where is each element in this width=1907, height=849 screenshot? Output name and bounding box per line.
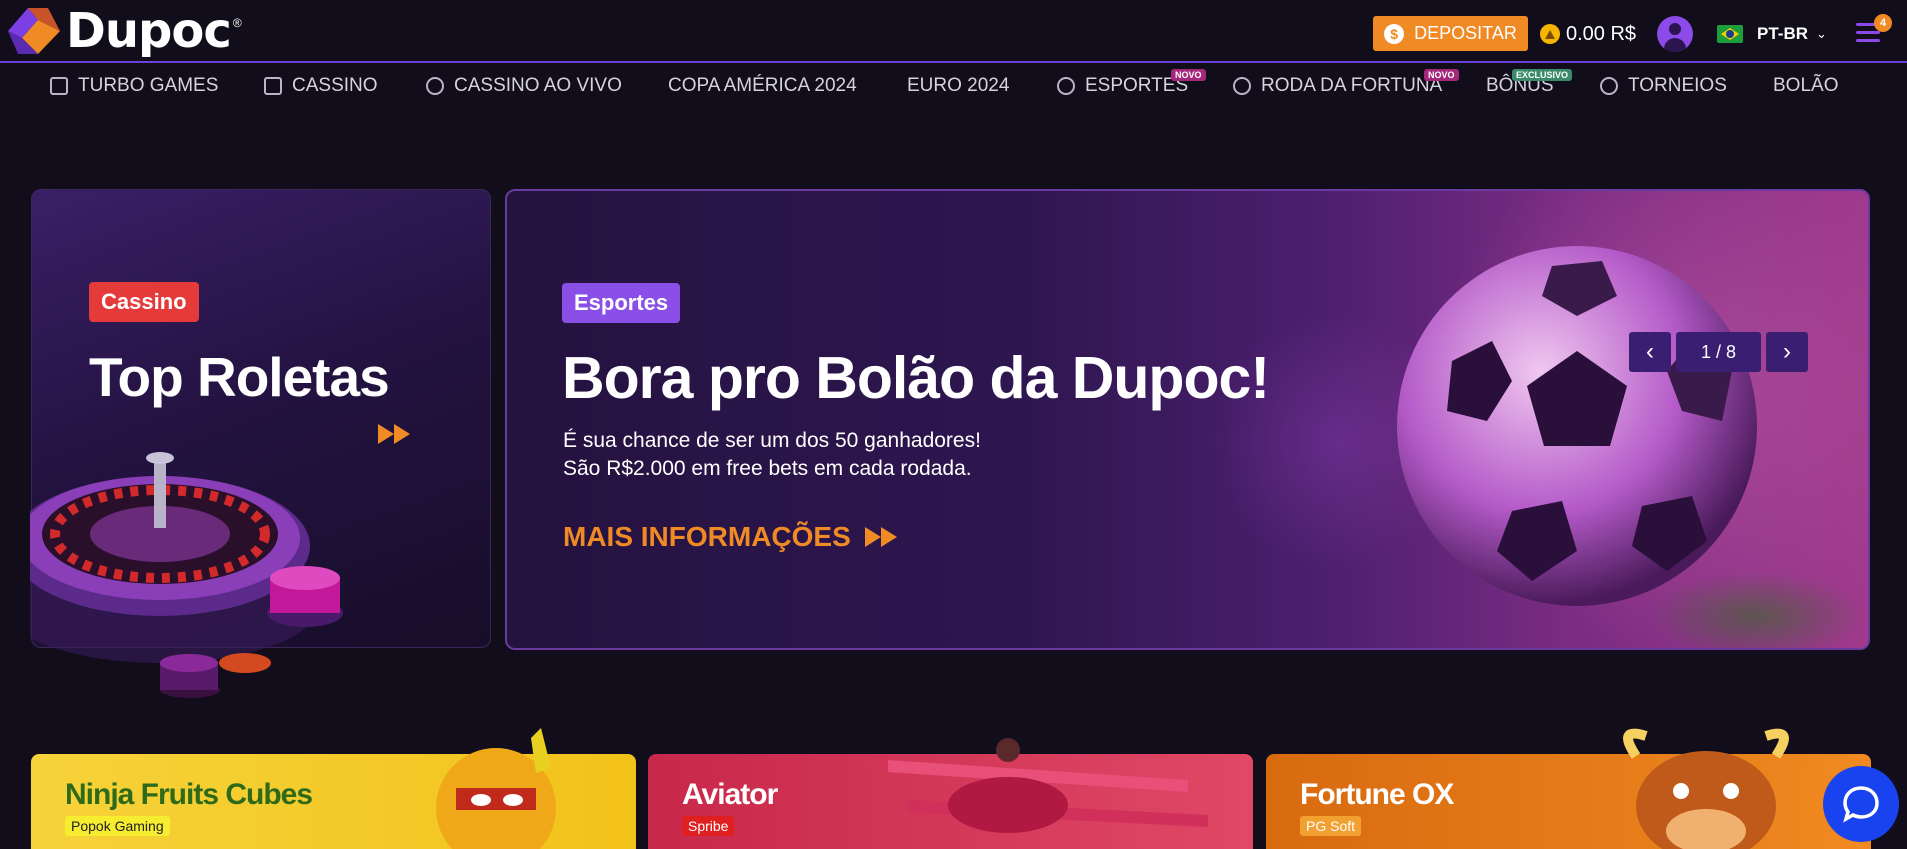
balance-display[interactable]: 0.00 R$	[1540, 21, 1636, 47]
more-info-link[interactable]: MAIS INFORMAÇÕES	[563, 521, 897, 553]
banner-title: Bora pro Bolão da Dupoc!	[562, 345, 1270, 411]
nav-item-euro[interactable]: EURO 2024	[907, 71, 1009, 101]
language-selector[interactable]: PT-BR ⌄	[1717, 21, 1827, 47]
dollar-coin-icon: $	[1384, 23, 1405, 44]
nav-item-turbo-games[interactable]: TURBO GAMES	[50, 71, 218, 101]
nav-label: BOLÃO	[1773, 75, 1839, 96]
deposit-button[interactable]: $ DEPOSITAR	[1373, 16, 1528, 51]
nav-item-bonus[interactable]: BÔNUS EXCLUSIVO	[1486, 69, 1573, 101]
carousel-prev-button[interactable]: ‹	[1629, 332, 1671, 372]
banner-subtitle-line1: É sua chance de ser um dos 50 ganhadores…	[563, 429, 981, 452]
forward-arrows-icon	[864, 527, 897, 547]
new-tag: NOVO	[1424, 69, 1459, 81]
carousel-controls: ‹ 1 / 8 ›	[1629, 332, 1808, 372]
forward-arrows-icon	[378, 424, 410, 444]
soccer-ball-image	[1397, 246, 1757, 606]
game-title: Ninja Fruits Cubes	[65, 778, 313, 811]
category-badge: Cassino	[89, 282, 199, 322]
banner-title: Top Roletas	[89, 346, 390, 408]
nav-item-roda-da-fortuna[interactable]: RODA DA FORTUNA NOVO	[1233, 69, 1459, 101]
carousel-counter: 1 / 8	[1676, 332, 1761, 372]
language-label: PT-BR	[1757, 24, 1808, 43]
ox-character-image	[1623, 728, 1789, 849]
category-badge: Esportes	[562, 283, 681, 323]
live-chat-button[interactable]	[1823, 766, 1899, 842]
deposit-label: DEPOSITAR	[1414, 23, 1517, 43]
exclusive-tag: EXCLUSIVO	[1512, 69, 1573, 81]
nav-item-cassino[interactable]: CASSINO	[264, 71, 378, 101]
game-card-aviator[interactable]: Aviator Spribe	[648, 738, 1253, 849]
nav-item-torneios[interactable]: TORNEIOS	[1600, 71, 1727, 101]
game-card-ninja-fruits[interactable]: Ninja Fruits Cubes Popok Gaming	[31, 728, 636, 849]
game-provider: Spribe	[682, 816, 735, 836]
dupoc-logo-icon	[8, 8, 60, 54]
nav-label: CASSINO AO VIVO	[454, 75, 622, 96]
ninja-character-image	[436, 728, 556, 849]
balance-value: 0.00 R$	[1566, 22, 1637, 45]
nav-label: TORNEIOS	[1628, 75, 1727, 96]
trophy-icon	[1600, 77, 1618, 95]
dealer-icon	[426, 77, 444, 95]
game-card-fortune-ox[interactable]: Fortune OX PG Soft	[1266, 728, 1871, 849]
notification-badge: 4	[1874, 14, 1892, 32]
nav-label: TURBO GAMES	[78, 75, 219, 96]
nav-item-bolao[interactable]: BOLÃO	[1773, 71, 1838, 101]
gold-coin-icon	[1540, 24, 1560, 44]
nav-item-copa-america[interactable]: COPA AMÉRICA 2024	[668, 71, 857, 101]
registered-mark: ®	[232, 16, 242, 30]
chevron-down-icon: ⌄	[1816, 26, 1827, 41]
game-provider: PG Soft	[1300, 816, 1362, 836]
user-avatar-icon[interactable]	[1657, 16, 1693, 52]
game-provider: Popok Gaming	[65, 816, 170, 836]
game-title: Aviator	[682, 778, 778, 811]
carousel-next-button[interactable]: ›	[1766, 332, 1808, 372]
turbo-games-icon	[50, 77, 68, 95]
banner-bolao[interactable]: Esportes Bora pro Bolão da Dupoc! É sua …	[505, 189, 1870, 650]
logo-text: Dupoc	[66, 3, 232, 59]
brazil-flag-icon	[1717, 25, 1743, 43]
top-header: Dupoc ® $ DEPOSITAR 0.00 R$ PT-BR ⌄ 4	[0, 0, 1907, 63]
new-tag: NOVO	[1171, 69, 1206, 81]
nav-label: CASSINO	[292, 75, 378, 96]
chat-bubble-icon	[1843, 786, 1879, 823]
slot-machine-icon	[264, 77, 282, 95]
airplane-image	[888, 738, 1208, 833]
nav-label: EURO 2024	[907, 75, 1010, 96]
nav-item-cassino-ao-vivo[interactable]: CASSINO AO VIVO	[426, 71, 622, 101]
nav-label: COPA AMÉRICA 2024	[668, 75, 857, 96]
banner-top-roletas[interactable]: Cassino Top Roletas	[30, 189, 491, 698]
game-title: Fortune OX	[1300, 778, 1454, 811]
soccer-ball-icon	[1057, 77, 1075, 95]
dupoc-logo[interactable]: Dupoc ®	[4, 4, 242, 58]
nav-label: RODA DA FORTUNA	[1261, 75, 1443, 96]
main-nav: TURBO GAMES CASSINO CASSINO AO VIVO COPA…	[0, 65, 1907, 111]
nav-item-esportes[interactable]: ESPORTES NOVO	[1057, 69, 1206, 101]
more-info-label: MAIS INFORMAÇÕES	[563, 521, 851, 552]
roulette-image	[30, 452, 343, 698]
banner-subtitle-line2: São R$2.000 em free bets em cada rodada.	[563, 457, 972, 480]
wheel-icon	[1233, 77, 1251, 95]
